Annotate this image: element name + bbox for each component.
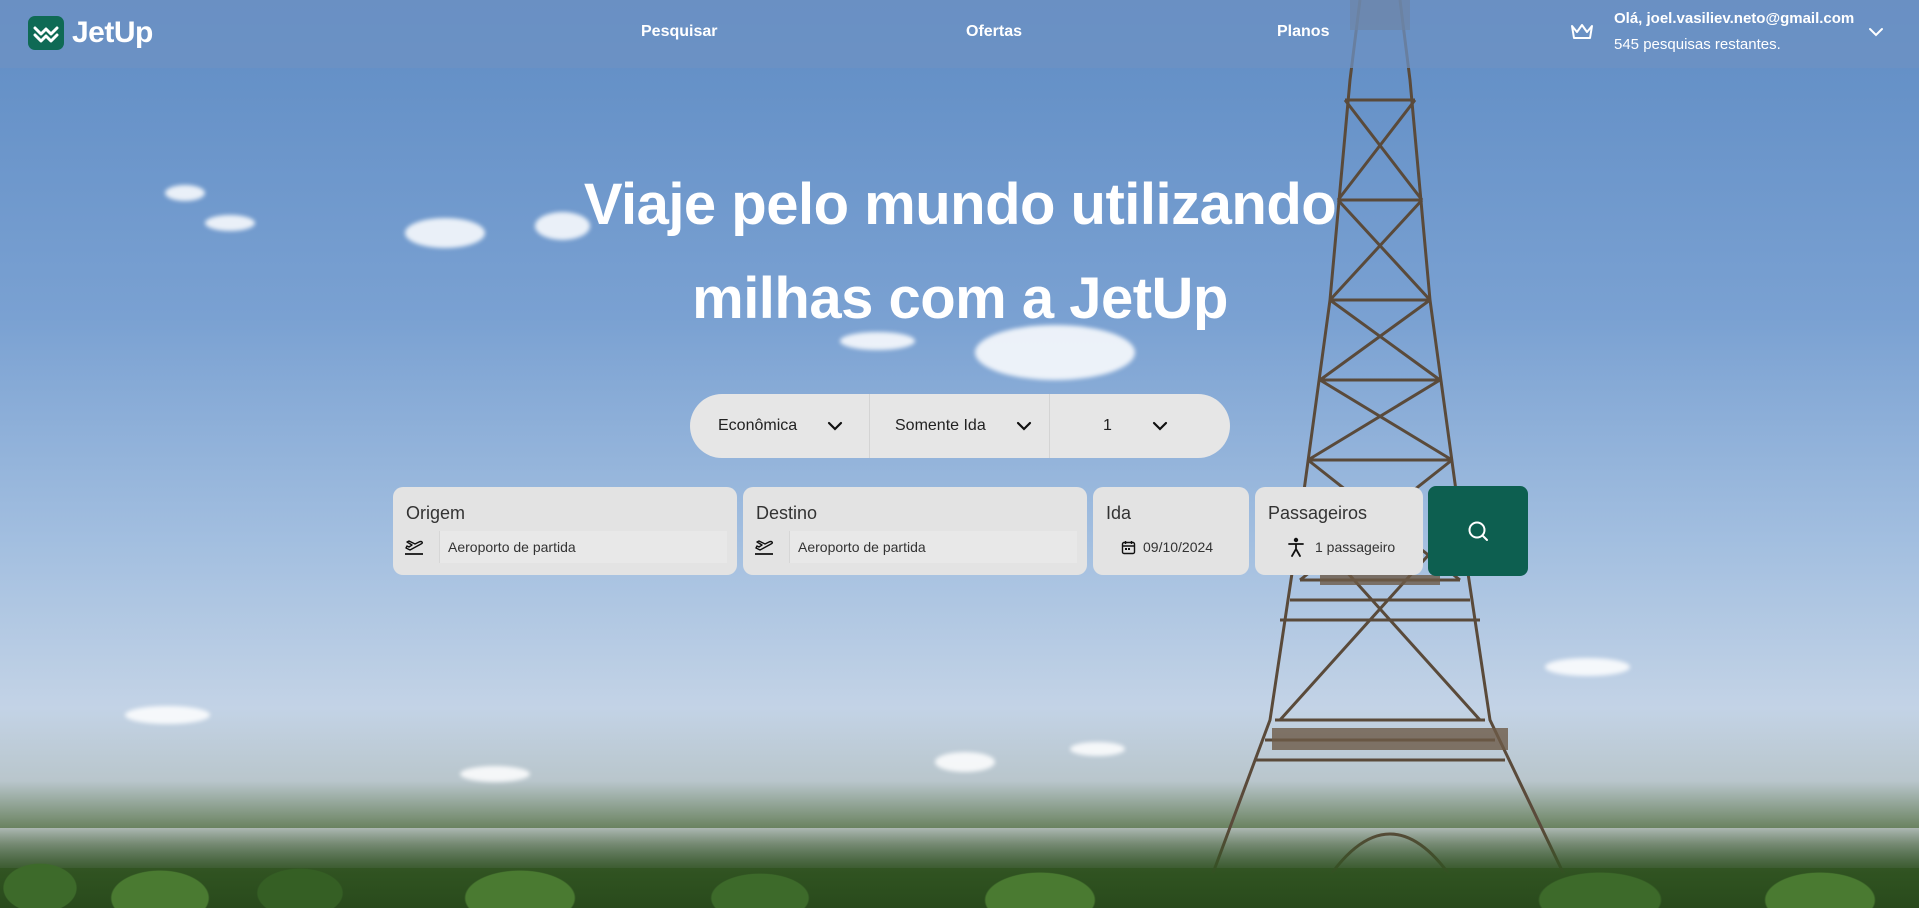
logo[interactable]: JetUp xyxy=(28,16,153,50)
hero-title: Viaje pelo mundo utilizando milhas com a… xyxy=(460,158,1460,346)
nav-ofertas[interactable]: Ofertas xyxy=(966,23,1022,41)
crown-icon xyxy=(1571,24,1593,39)
origin-field[interactable]: Origem Aeroporto de partida xyxy=(393,487,737,575)
calendar-icon xyxy=(1121,540,1136,554)
count-select[interactable]: 1 xyxy=(1103,394,1168,458)
passengers-field[interactable]: Passageiros 1 passageiro xyxy=(1255,487,1423,575)
date-label: Ida xyxy=(1106,503,1132,523)
trip-type-select[interactable]: Somente Ida xyxy=(895,394,1032,458)
user-greeting: Olá, joel.vasiliev.neto@gmail.com xyxy=(1614,10,1855,27)
chevron-down-icon xyxy=(828,421,843,431)
cabin-select[interactable]: Econômica xyxy=(718,394,843,458)
origin-label: Origem xyxy=(406,503,466,523)
nav-pesquisar[interactable]: Pesquisar xyxy=(641,23,717,41)
divider xyxy=(869,394,870,458)
nav-planos[interactable]: Planos xyxy=(1277,23,1329,41)
destination-field[interactable]: Destino Aeroporto de partida xyxy=(743,487,1087,575)
count-select-value: 1 xyxy=(1103,417,1112,434)
takeoff-icon xyxy=(405,540,424,555)
takeoff-icon xyxy=(755,540,774,555)
search-options: Econômica Somente Ida 1 xyxy=(690,394,1230,458)
top-navbar: JetUp Pesquisar Ofertas Planos Olá, joel… xyxy=(0,0,1919,68)
hero-title-line-2: milhas com a JetUp xyxy=(692,266,1228,331)
date-field[interactable]: Ida 09/10/2024 xyxy=(1093,487,1249,575)
destination-label: Destino xyxy=(756,503,818,523)
search-icon xyxy=(1468,521,1488,541)
chevron-down-icon[interactable] xyxy=(1868,26,1884,38)
destination-input[interactable]: Aeroporto de partida xyxy=(789,531,1077,563)
person-icon xyxy=(1288,537,1304,557)
logo-icon xyxy=(28,16,64,50)
remaining-searches: 545 pesquisas restantes. xyxy=(1614,36,1781,53)
eiffel-tower-image xyxy=(1198,0,1582,908)
chevron-down-icon xyxy=(1152,421,1168,431)
logo-text: JetUp xyxy=(72,16,153,49)
search-button[interactable] xyxy=(1428,486,1528,576)
cabin-select-value: Econômica xyxy=(718,417,798,434)
passengers-value: 1 passageiro xyxy=(1315,539,1396,555)
trip-type-select-value: Somente Ida xyxy=(895,417,986,434)
origin-input[interactable]: Aeroporto de partida xyxy=(439,531,727,563)
date-value: 09/10/2024 xyxy=(1143,539,1214,555)
passengers-label: Passageiros xyxy=(1268,503,1368,523)
hero-title-line-1: Viaje pelo mundo utilizando xyxy=(583,172,1337,237)
chevron-down-icon xyxy=(1016,421,1031,431)
divider xyxy=(1049,394,1050,458)
